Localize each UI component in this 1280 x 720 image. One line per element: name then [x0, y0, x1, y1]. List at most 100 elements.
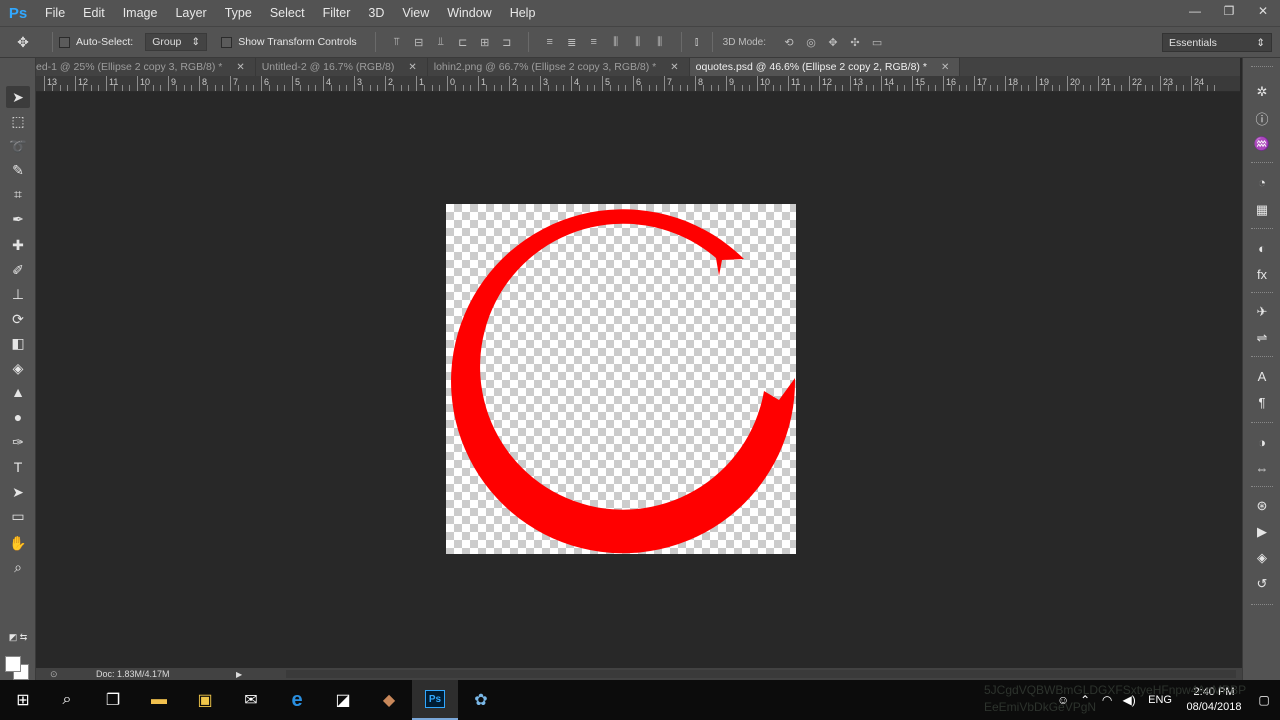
3d-scale-icon[interactable]: ▭ — [868, 33, 886, 51]
start-button-icon[interactable]: ⊞ — [0, 680, 46, 720]
menu-3d[interactable]: 3D — [359, 0, 393, 26]
character-icon[interactable]: A — [1252, 366, 1272, 386]
play-icon[interactable]: ▶ — [1252, 522, 1272, 542]
menu-view[interactable]: View — [393, 0, 438, 26]
path-select-icon[interactable]: ➤ — [6, 481, 30, 503]
restore-button[interactable]: ❐ — [1212, 0, 1246, 22]
document-tab[interactable]: oquotes.psd @ 46.6% (Ellipse 2 copy 2, R… — [689, 58, 961, 76]
mail-icon[interactable]: ✉ — [228, 680, 274, 720]
menu-file[interactable]: File — [36, 0, 74, 26]
brushes-icon[interactable]: ♒ — [1252, 134, 1272, 154]
quick-select-icon[interactable]: ✎ — [6, 159, 30, 181]
close-button[interactable]: ✕ — [1246, 0, 1280, 22]
minimize-button[interactable]: — — [1178, 0, 1212, 22]
3d-roll-icon[interactable]: ◎ — [802, 33, 820, 51]
tool-presets-icon[interactable]: ✈ — [1252, 302, 1272, 322]
sticky-notes-icon[interactable]: ◪ — [320, 680, 366, 720]
styles-icon[interactable]: fx — [1252, 264, 1272, 284]
default-colors-icon[interactable]: ◩ ⇆ — [6, 630, 30, 644]
actions-icon[interactable]: ⊛ — [1252, 496, 1272, 516]
align-right-icon[interactable]: ⊐ — [498, 33, 516, 51]
pinned-app-icon[interactable]: ✿ — [458, 680, 504, 720]
close-tab-icon[interactable]: ✕ — [232, 62, 248, 73]
eyedropper-icon[interactable]: ✒ — [6, 208, 30, 230]
swatches-icon[interactable]: ▦ — [1252, 200, 1272, 220]
align-hcenter-icon[interactable]: ⊞ — [476, 33, 494, 51]
document-tab[interactable]: ed-1 @ 25% (Ellipse 2 copy 3, RGB/8) * ✕ — [36, 58, 256, 76]
align-vcenter-icon[interactable]: ⊟ — [410, 33, 428, 51]
menu-select[interactable]: Select — [261, 0, 314, 26]
crop-icon[interactable]: ⌗ — [6, 183, 30, 205]
menu-layer[interactable]: Layer — [166, 0, 215, 26]
hand-icon[interactable]: ✋ — [6, 532, 30, 554]
menu-filter[interactable]: Filter — [314, 0, 360, 26]
align-bottom-icon[interactable]: ⫫ — [432, 33, 450, 51]
panel-group-grip[interactable] — [1251, 356, 1273, 358]
zoom-icon[interactable]: ⌕ — [6, 556, 30, 578]
clone-stamp-icon[interactable]: ⊥ — [6, 283, 30, 305]
auto-select-dropdown[interactable]: Group ⇕ — [145, 33, 208, 51]
panel-group-grip[interactable] — [1251, 228, 1273, 230]
menu-help[interactable]: Help — [501, 0, 545, 26]
foreground-color-swatch[interactable] — [5, 656, 21, 672]
panel-group-grip[interactable] — [1251, 66, 1273, 68]
3d-pan-icon[interactable]: ✥ — [824, 33, 842, 51]
color-icon[interactable]: ◔ — [1252, 172, 1272, 192]
rectangle-icon[interactable]: ▭ — [6, 505, 30, 527]
gear-panel-icon[interactable]: ✲ — [1252, 82, 1272, 102]
lasso-icon[interactable]: ➰ — [6, 135, 30, 157]
paragraph-icon[interactable]: ¶ — [1252, 392, 1272, 412]
distribute-right-icon[interactable]: ⫼ — [651, 33, 669, 51]
panel-group-grip[interactable] — [1251, 604, 1273, 606]
dodge-icon[interactable]: ● — [6, 406, 30, 428]
zoom-indicator-icon[interactable]: ⊙ — [36, 669, 76, 680]
document-tab[interactable]: lohin2.png @ 66.7% (Ellipse 2 copy 3, RG… — [427, 58, 690, 76]
panel-group-grip[interactable] — [1251, 422, 1273, 424]
blur-icon[interactable]: ▲ — [6, 381, 30, 403]
3d-icon[interactable]: ◑ — [1252, 432, 1272, 452]
distribute-hcenter-icon[interactable]: ⫼ — [629, 33, 647, 51]
healing-brush-icon[interactable]: ✚ — [6, 234, 30, 256]
close-tab-icon[interactable]: ✕ — [666, 62, 682, 73]
adjustments-icon[interactable]: ◐ — [1252, 238, 1272, 258]
game-app-icon[interactable]: ◆ — [366, 680, 412, 720]
eraser-icon[interactable]: ◧ — [6, 332, 30, 354]
menu-window[interactable]: Window — [438, 0, 500, 26]
marquee-icon[interactable]: ⬚ — [6, 110, 30, 132]
document-tab[interactable]: Untitled-2 @ 16.7% (RGB/8) ✕ — [255, 58, 428, 76]
close-tab-icon[interactable]: ✕ — [937, 62, 953, 73]
brush-icon[interactable]: ✐ — [6, 259, 30, 281]
panel-group-grip[interactable] — [1251, 486, 1273, 488]
properties-icon[interactable]: ⇌ — [1252, 328, 1272, 348]
3d-rotate-icon[interactable]: ⟲ — [780, 33, 798, 51]
horizontal-scrollbar[interactable] — [286, 670, 1236, 678]
distribute-vcenter-icon[interactable]: ≣ — [563, 33, 581, 51]
status-menu-arrow-icon[interactable]: ▶ — [236, 670, 242, 679]
workspace-switcher[interactable]: Essentials ⇕ — [1162, 33, 1272, 52]
type-icon[interactable]: T — [6, 456, 30, 478]
distribute-left-icon[interactable]: ⫼ — [607, 33, 625, 51]
document-canvas[interactable] — [446, 204, 796, 554]
timeline-icon[interactable]: ⇔ — [1252, 458, 1272, 478]
photoshop-taskbar-icon[interactable]: Ps — [412, 680, 458, 720]
info-icon[interactable]: ⓘ — [1252, 108, 1272, 128]
show-transform-checkbox[interactable] — [221, 36, 233, 48]
history-icon[interactable]: ↺ — [1252, 574, 1272, 594]
auto-select-checkbox[interactable] — [59, 36, 70, 48]
align-top-icon[interactable]: ⫪ — [388, 33, 406, 51]
layers-icon[interactable]: ◈ — [1252, 548, 1272, 568]
history-brush-icon[interactable]: ⟳ — [6, 308, 30, 330]
panel-group-grip[interactable] — [1251, 162, 1273, 164]
auto-align-icon[interactable]: ⫾ — [688, 33, 706, 51]
panel-group-grip[interactable] — [1251, 292, 1273, 294]
distribute-top-icon[interactable]: ≡ — [541, 33, 559, 51]
store-icon[interactable]: ▣ — [182, 680, 228, 720]
close-tab-icon[interactable]: ✕ — [404, 62, 420, 73]
canvas-area[interactable] — [36, 92, 1242, 668]
pen-icon[interactable]: ✑ — [6, 431, 30, 453]
distribute-bottom-icon[interactable]: ≡ — [585, 33, 603, 51]
move-icon[interactable]: ➤ — [6, 86, 30, 108]
task-view-icon[interactable]: ❐ — [90, 680, 136, 720]
menu-type[interactable]: Type — [216, 0, 261, 26]
edge-browser-icon[interactable]: e — [274, 680, 320, 720]
